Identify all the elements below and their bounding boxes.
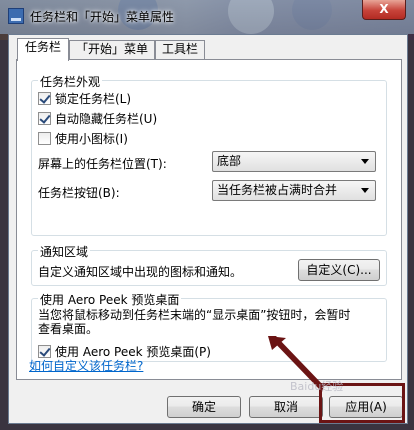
watermark-text: Baidu经验 <box>290 380 344 393</box>
tab-taskbar[interactable]: 任务栏 <box>17 38 69 61</box>
annotation-arrow <box>268 336 324 392</box>
taskbar-properties-dialog: 任务栏和「开始」菜单属性 X 任务栏 「开始」菜单 工具栏 任务栏外观 锁定任务… <box>0 0 414 430</box>
